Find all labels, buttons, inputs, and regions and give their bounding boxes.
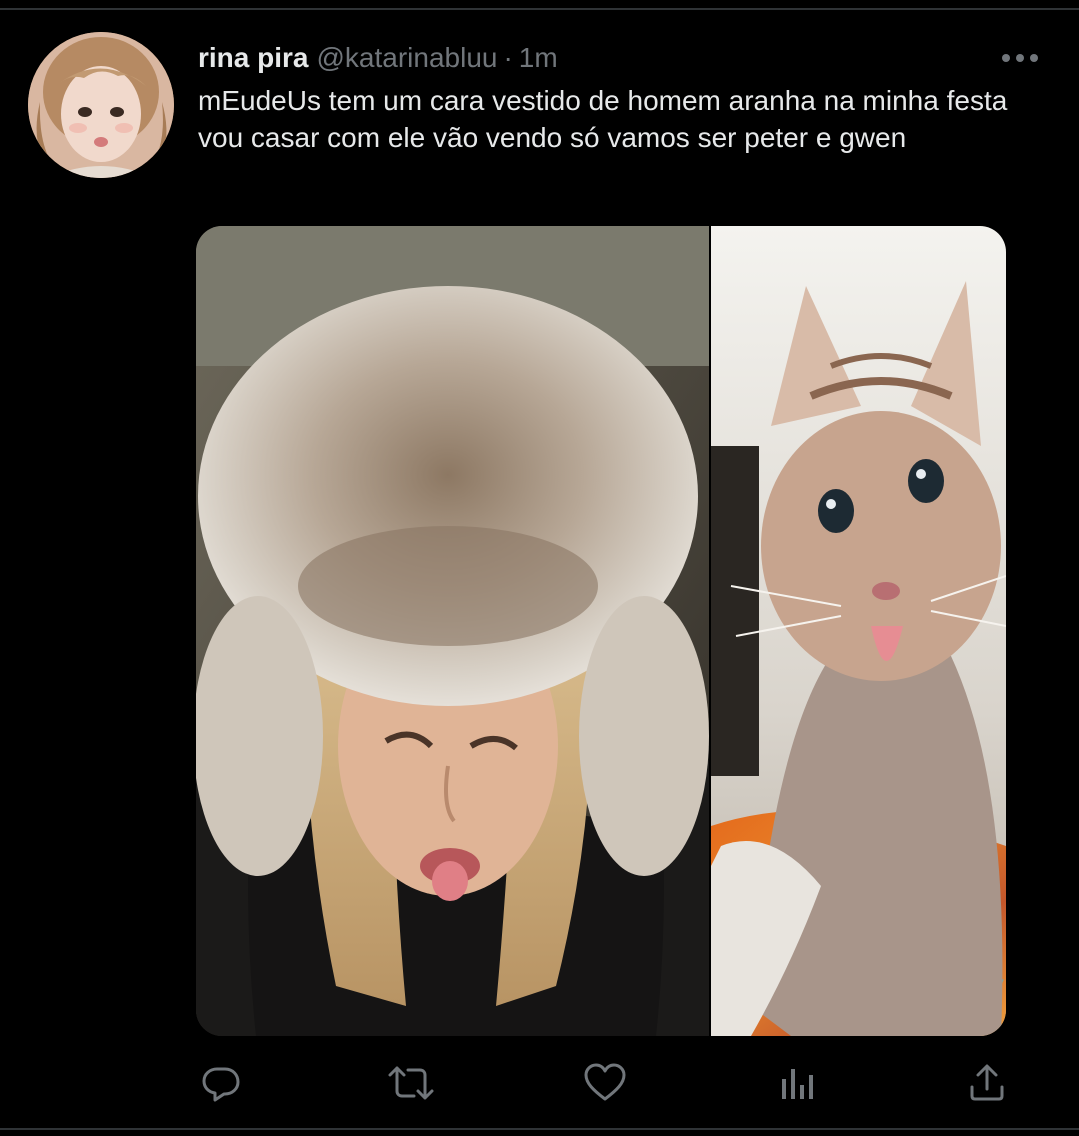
- media-image-left[interactable]: [196, 226, 709, 1036]
- avatar-image: [28, 32, 174, 178]
- more-horizontal-icon: [1002, 54, 1038, 62]
- tweet-header: rina pira @katarinabluu · 1m: [198, 40, 558, 76]
- timestamp[interactable]: 1m: [519, 42, 558, 74]
- divider: [0, 8, 1079, 10]
- heart-icon: [584, 1063, 626, 1101]
- reply-button[interactable]: [196, 1058, 246, 1108]
- analytics-icon: [782, 1069, 813, 1099]
- retweet-button[interactable]: [386, 1058, 436, 1108]
- tweet-actions: [0, 1058, 1079, 1108]
- retweet-icon: [388, 1066, 434, 1100]
- share-icon: [970, 1064, 1004, 1101]
- user-handle[interactable]: @katarinabluu: [316, 42, 497, 74]
- tweet[interactable]: rina pira @katarinabluu · 1m mEudeUs tem…: [0, 0, 1079, 1136]
- media-image-right[interactable]: [711, 226, 1006, 1036]
- kitten-image: [711, 226, 1006, 1036]
- share-button[interactable]: [962, 1058, 1012, 1108]
- separator-dot: ·: [503, 42, 513, 73]
- woman-fur-hat-image: [196, 226, 709, 1036]
- tweet-text: mEudeUs tem um cara vestido de homem ara…: [198, 85, 1008, 153]
- display-name[interactable]: rina pira: [198, 42, 308, 74]
- divider: [0, 1128, 1079, 1130]
- like-button[interactable]: [580, 1058, 630, 1108]
- tweet-media[interactable]: [196, 226, 1006, 1036]
- analytics-button[interactable]: [772, 1058, 822, 1108]
- avatar[interactable]: [28, 32, 174, 178]
- more-options-button[interactable]: [994, 42, 1046, 74]
- reply-icon: [202, 1067, 240, 1102]
